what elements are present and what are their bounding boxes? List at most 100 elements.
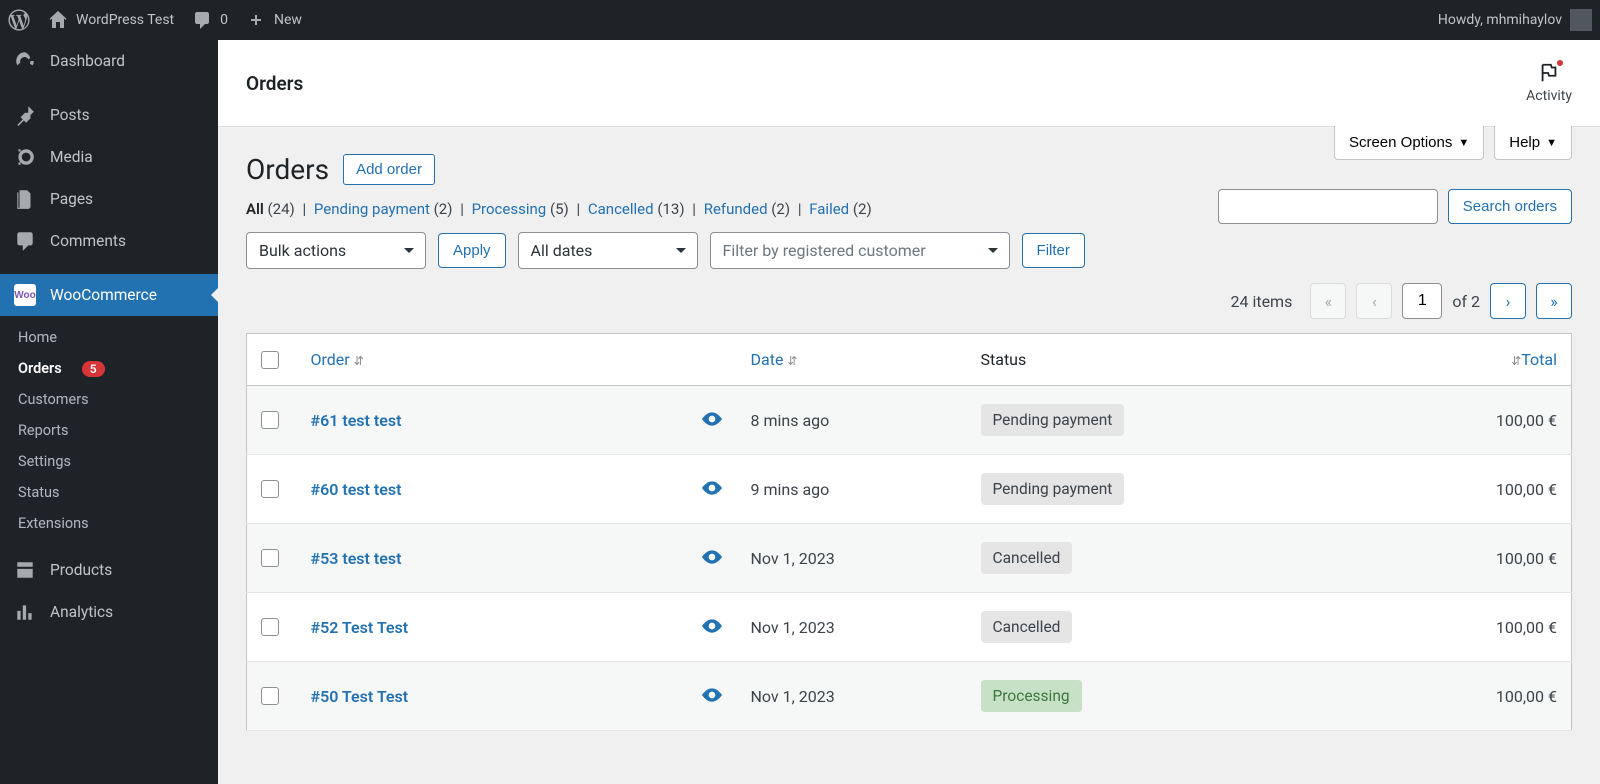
item-count: 24 items <box>1230 292 1292 311</box>
menu-woocommerce[interactable]: WooWooCommerce <box>0 274 218 316</box>
howdy-link[interactable]: Howdy, mhmihaylov <box>1438 9 1592 31</box>
filter-button[interactable]: Filter <box>1022 233 1085 268</box>
comments-icon <box>14 230 36 252</box>
menu-dashboard[interactable]: Dashboard <box>0 40 218 82</box>
menu-products[interactable]: Products <box>0 549 218 591</box>
order-link[interactable]: #53 test test <box>311 549 402 568</box>
page-title: Orders <box>246 72 303 95</box>
row-checkbox[interactable] <box>261 549 279 567</box>
preview-icon[interactable] <box>702 480 722 499</box>
order-date: 9 mins ago <box>737 455 967 524</box>
media-icon <box>14 146 36 168</box>
search-orders-button[interactable]: Search orders <box>1448 189 1572 224</box>
preview-icon[interactable] <box>702 549 722 568</box>
submenu-status[interactable]: Status <box>0 477 218 508</box>
orders-badge: 5 <box>82 361 105 377</box>
activity-label: Activity <box>1526 88 1572 104</box>
filter-cancelled[interactable]: Cancelled <box>588 200 654 218</box>
table-row[interactable]: #50 Test TestNov 1, 2023Processing100,00… <box>247 662 1572 731</box>
submenu-reports[interactable]: Reports <box>0 415 218 446</box>
row-checkbox[interactable] <box>261 480 279 498</box>
apply-button[interactable]: Apply <box>438 233 506 268</box>
th-status: Status <box>967 334 1327 386</box>
preview-icon[interactable] <box>702 618 722 637</box>
order-total: 100,00 € <box>1327 524 1572 593</box>
submenu-orders[interactable]: Orders5 <box>0 353 218 384</box>
pagination: 24 items « ‹ of 2 › » <box>246 283 1572 319</box>
pager-last[interactable]: » <box>1536 283 1572 319</box>
submenu-home[interactable]: Home <box>0 322 218 353</box>
heading-title: Orders <box>246 153 329 186</box>
triangle-down-icon: ▼ <box>1546 137 1557 149</box>
row-checkbox[interactable] <box>261 618 279 636</box>
filter-failed[interactable]: Failed <box>809 200 849 218</box>
menu-pages[interactable]: Pages <box>0 178 218 220</box>
pages-icon <box>14 188 36 210</box>
status-badge: Cancelled <box>981 542 1073 574</box>
table-row[interactable]: #60 test test9 mins agoPending payment10… <box>247 455 1572 524</box>
comments-link[interactable]: 0 <box>192 10 228 30</box>
status-badge: Cancelled <box>981 611 1073 643</box>
search-input[interactable] <box>1218 189 1438 224</box>
menu-analytics[interactable]: Analytics <box>0 591 218 633</box>
add-order-button[interactable]: Add order <box>343 154 435 185</box>
menu-media[interactable]: Media <box>0 136 218 178</box>
dashboard-icon <box>14 50 36 72</box>
order-link[interactable]: #52 Test Test <box>311 618 409 637</box>
pager-of: of 2 <box>1452 292 1480 311</box>
th-total[interactable]: ⇵Total <box>1327 334 1572 386</box>
submenu-extensions[interactable]: Extensions <box>0 508 218 539</box>
menu-posts[interactable]: Posts <box>0 94 218 136</box>
table-row[interactable]: #52 Test Test Nov 1, 2023 Cancelled 100,00 … <box>247 593 1572 662</box>
status-badge: Pending payment <box>981 404 1125 436</box>
order-link[interactable]: #60 test test <box>311 480 402 499</box>
notification-dot <box>1556 59 1564 67</box>
products-icon <box>14 559 36 581</box>
woocommerce-submenu: Home Orders5 Customers Reports Settings … <box>0 316 218 549</box>
table-row[interactable]: #53 test testNov 1, 2023Cancelled100,00 … <box>247 524 1572 593</box>
order-date: Nov 1, 2023 <box>737 593 967 662</box>
order-total: 100,00 € <box>1327 662 1572 731</box>
pager-first: « <box>1310 283 1346 319</box>
filter-processing[interactable]: Processing <box>472 200 547 218</box>
admin-sidebar: Dashboard Posts Media Pages Comments Woo… <box>0 40 218 784</box>
menu-comments[interactable]: Comments <box>0 220 218 262</box>
site-link[interactable]: WordPress Test <box>48 10 174 30</box>
order-total: 100,00 € <box>1327 593 1572 662</box>
th-order[interactable]: Order⇵ <box>297 334 687 386</box>
howdy-text: Howdy, mhmihaylov <box>1438 12 1562 28</box>
filter-pending[interactable]: Pending payment <box>314 200 430 218</box>
screen-options-tab[interactable]: Screen Options▼ <box>1334 126 1484 160</box>
flag-icon <box>1538 62 1560 88</box>
row-checkbox[interactable] <box>261 687 279 705</box>
new-link[interactable]: New <box>246 10 302 30</box>
filter-refunded[interactable]: Refunded <box>704 200 768 218</box>
wp-logo-icon[interactable] <box>8 9 30 31</box>
order-link[interactable]: #61 test test <box>311 411 402 430</box>
status-badge: Processing <box>981 680 1082 712</box>
order-date: 8 mins ago <box>737 386 967 455</box>
comments-count: 0 <box>220 12 228 28</box>
bulk-actions-select[interactable]: Bulk actions <box>246 232 426 269</box>
submenu-settings[interactable]: Settings <box>0 446 218 477</box>
order-link[interactable]: #50 Test Test <box>311 687 409 706</box>
submenu-customers[interactable]: Customers <box>0 384 218 415</box>
select-all-checkbox[interactable] <box>261 351 279 369</box>
preview-icon[interactable] <box>702 411 722 430</box>
avatar-icon <box>1570 9 1592 31</box>
pin-icon <box>14 104 36 126</box>
activity-button[interactable]: Activity <box>1526 62 1572 104</box>
date-filter-select[interactable]: All dates <box>518 232 698 269</box>
table-row[interactable]: #61 test test8 mins agoPending payment10… <box>247 386 1572 455</box>
th-date[interactable]: Date⇵ <box>737 334 967 386</box>
help-tab[interactable]: Help▼ <box>1494 126 1572 160</box>
pager-next[interactable]: › <box>1490 283 1526 319</box>
customer-filter-select[interactable]: Filter by registered customer <box>710 232 1010 269</box>
row-checkbox[interactable] <box>261 411 279 429</box>
filter-all[interactable]: All <box>246 200 264 218</box>
sort-icon: ⇵ <box>354 354 364 368</box>
pager-current[interactable] <box>1402 283 1442 319</box>
preview-icon[interactable] <box>702 687 722 706</box>
order-total: 100,00 € <box>1327 455 1572 524</box>
orders-table: Order⇵ Date⇵ Status ⇵Total #61 test test… <box>246 333 1572 731</box>
